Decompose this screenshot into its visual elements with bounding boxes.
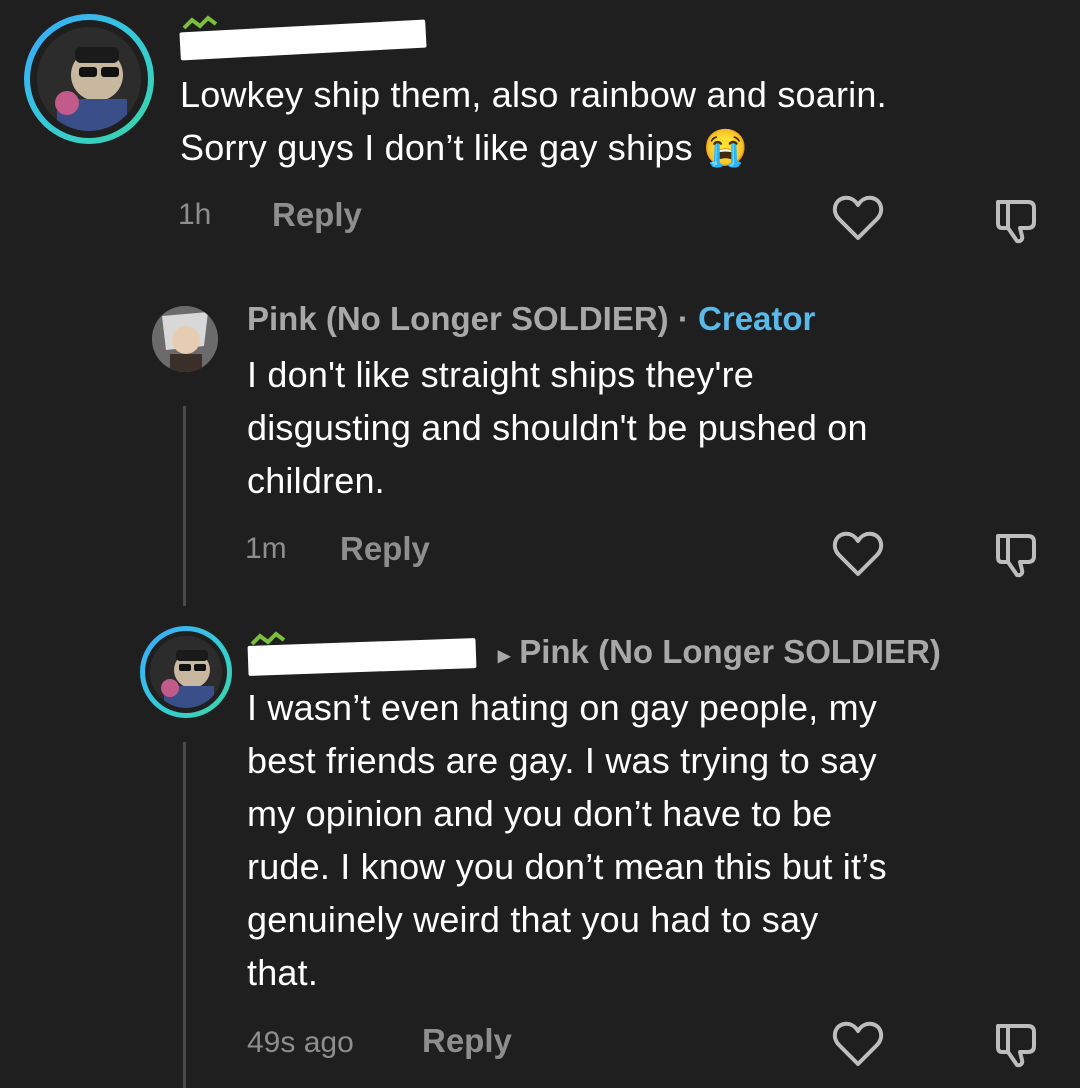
avatar-photo <box>150 636 222 708</box>
comment-line: I wasn’t even hating on gay people, my <box>247 687 877 728</box>
heart-icon[interactable] <box>832 1020 884 1073</box>
timestamp: 1m <box>245 532 287 565</box>
comment-text: Lowkey ship them, also rainbow and soari… <box>180 68 887 174</box>
reply-button[interactable]: Reply <box>272 196 362 234</box>
comment-text: I wasn’t even hating on gay people, my b… <box>247 681 887 999</box>
comment-line: best friends are gay. I was trying to sa… <box>247 740 877 781</box>
avatar[interactable] <box>140 626 232 718</box>
avatar[interactable] <box>152 306 218 372</box>
creator-badge: Creator <box>698 300 816 337</box>
thumbs-down-icon[interactable] <box>990 1018 1042 1075</box>
timestamp: 1h <box>178 198 212 231</box>
comment-line: I don't like straight ships they're <box>247 354 754 395</box>
comment-line: Sorry guys I don’t like gay ships 😭 <box>180 127 749 168</box>
reply-button[interactable]: Reply <box>422 1022 512 1060</box>
comment-line: disgusting and shouldn't be pushed on <box>247 407 868 448</box>
reply-button[interactable]: Reply <box>340 530 430 568</box>
thread-line <box>183 406 186 606</box>
comment-line: Lowkey ship them, also rainbow and soari… <box>180 74 887 115</box>
thread-line <box>183 742 186 1088</box>
comment-line: children. <box>247 460 385 501</box>
avatar-photo <box>37 27 141 131</box>
reply-to-name[interactable]: Pink (No Longer SOLDIER) <box>519 633 941 670</box>
reply-arrow-icon: ▸ <box>498 642 511 669</box>
separator: · <box>677 300 689 337</box>
comment-author[interactable]: Pink (No Longer SOLDIER) · Creator <box>247 300 815 338</box>
comment-line: genuinely weird that you had to say <box>247 899 819 940</box>
reply-to[interactable]: ▸ Pink (No Longer SOLDIER) <box>498 633 941 671</box>
heart-icon[interactable] <box>832 530 884 583</box>
comment-line: rude. I know you don’t mean this but it’… <box>247 846 887 887</box>
avatar[interactable] <box>24 14 154 144</box>
comment-line: that. <box>247 952 319 993</box>
avatar-photo <box>152 306 218 372</box>
thumbs-down-icon[interactable] <box>990 528 1042 585</box>
thumbs-down-icon[interactable] <box>990 194 1042 251</box>
heart-icon[interactable] <box>832 194 884 247</box>
comment-line: my opinion and you don’t have to be <box>247 793 833 834</box>
author-name[interactable]: Pink (No Longer SOLDIER) <box>247 300 669 337</box>
comment-text: I don't like straight ships they're disg… <box>247 348 868 507</box>
timestamp: 49s ago <box>247 1026 354 1059</box>
